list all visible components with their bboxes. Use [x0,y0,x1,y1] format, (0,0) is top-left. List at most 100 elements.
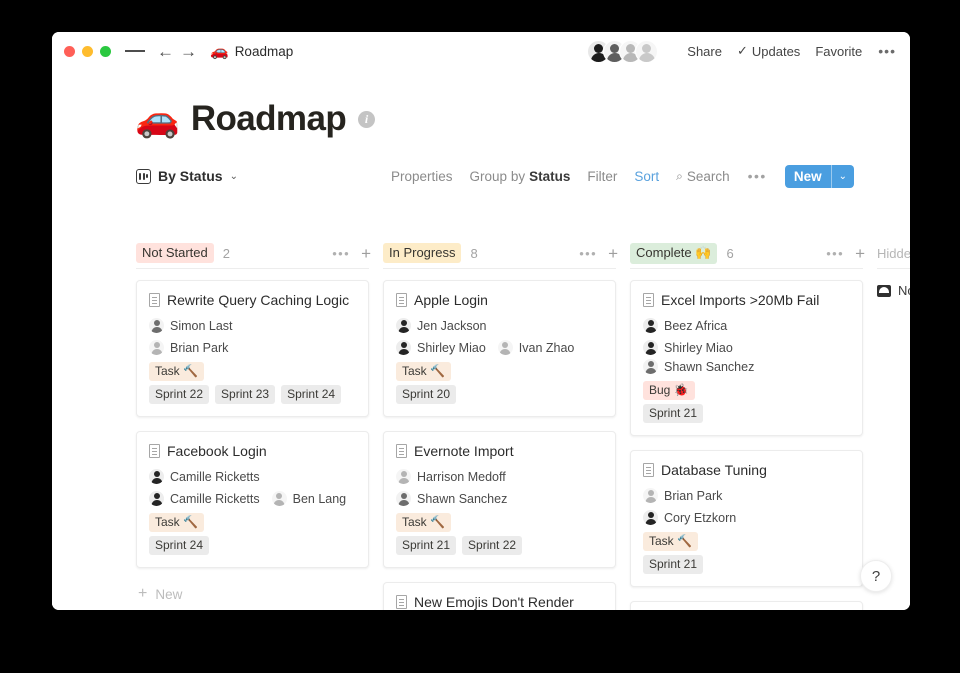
card-sprint-tag[interactable]: Sprint 21 [396,536,456,555]
card-person-row: Brian Park [643,488,850,503]
page-title[interactable]: Roadmap [191,99,346,139]
board-card[interactable]: Facebook LoginCamille RickettsCamille Ri… [136,431,369,568]
column-header-actions: ••• + [826,245,865,262]
person-avatar [396,491,411,506]
plus-icon: + [138,586,147,602]
column-add-card-icon[interactable]: + [855,245,865,262]
board-card[interactable]: Apple LoginJen JacksonShirley MiaoIvan Z… [383,280,616,417]
new-button-chevron-down-icon[interactable]: ⌄ [832,165,854,188]
board-card[interactable]: Database TuningBrian ParkCory EtzkornTas… [630,450,863,587]
card-type-tag[interactable]: Bug 🐞 [643,381,695,400]
maximize-window-button[interactable] [100,46,111,57]
group-by-button[interactable]: Group by Status [470,169,571,184]
person-avatar [396,340,411,355]
card-person: Brian Park [643,488,722,503]
card-sprint-tag[interactable]: Sprint 22 [462,536,522,555]
forward-arrow-icon[interactable]: → [180,43,197,60]
info-icon[interactable]: i [358,111,375,128]
card-type-tag[interactable]: Task 🔨 [643,532,698,551]
search-button[interactable]: ⌕ Search [676,169,730,184]
help-button[interactable]: ? [860,560,892,592]
card-type-tag[interactable]: Task 🔨 [149,513,204,532]
card-sprint-tag[interactable]: Sprint 22 [149,385,209,404]
column-more-icon[interactable]: ••• [826,247,844,260]
column-header: Not Started 2 ••• + [136,238,383,268]
column-more-icon[interactable]: ••• [579,247,597,260]
card-sprint-tags: Sprint 22 Sprint 23 Sprint 24 [149,385,356,404]
column-add-card-icon[interactable]: + [361,245,371,262]
page-emoji-icon[interactable]: 🚗 [135,101,180,137]
card-person: Shirley Miao [396,340,486,355]
column-more-icon[interactable]: ••• [332,247,350,260]
card-title-row: Evernote Import [396,443,603,459]
avatar[interactable] [635,40,658,63]
person-name: Jen Jackson [417,319,486,333]
board-card[interactable]: CSV ImportBrian ParkBrian ParkTask 🔨Spri… [630,601,863,610]
view-selector[interactable]: By Status ⌄ [136,168,238,184]
favorite-button[interactable]: Favorite [815,44,862,59]
filter-button[interactable]: Filter [587,169,617,184]
board-card[interactable]: Rewrite Query Caching LogicSimon LastBri… [136,280,369,417]
card-sprint-tag[interactable]: Sprint 24 [281,385,341,404]
card-type-tags: Task 🔨 [396,513,603,532]
back-arrow-icon[interactable]: ← [157,43,174,60]
hidden-group-item[interactable]: No Status [877,280,910,298]
person-avatar [643,340,658,355]
column-add-card-icon[interactable]: + [608,245,618,262]
card-sprint-tag[interactable]: Sprint 23 [215,385,275,404]
updates-button[interactable]: ✓ Updates [737,43,800,59]
column-body: Excel Imports >20Mb FailBeez AfricaShirl… [630,280,877,610]
person-avatar [498,340,513,355]
card-person: Beez Africa [643,318,727,333]
card-type-tag[interactable]: Task 🔨 [149,362,204,381]
breadcrumb[interactable]: Roadmap [235,44,294,59]
board-view-icon [136,169,151,184]
window-titlebar: ← → 🚗 Roadmap Share ✓ Updates Favorite •… [52,32,910,70]
column-header-actions: ••• + [332,245,371,262]
person-name: Ben Lang [293,492,347,506]
card-person: Brian Park [149,340,228,355]
collaborator-avatars[interactable] [587,40,658,63]
board-card[interactable]: New Emojis Don't RenderCamille RickettsM… [383,582,616,610]
hidden-column-label: Hidden [877,246,910,261]
column-divider [630,268,863,269]
card-type-tag[interactable]: Task 🔨 [396,362,451,381]
page-document-icon [396,444,407,458]
person-name: Camille Ricketts [170,470,260,484]
card-title: Rewrite Query Caching Logic [167,292,349,308]
card-sprint-tag[interactable]: Sprint 20 [396,385,456,404]
view-more-icon[interactable]: ••• [748,169,767,183]
close-window-button[interactable] [64,46,75,57]
board-card[interactable]: Evernote ImportHarrison MedoffShawn Sanc… [383,431,616,568]
card-person-row: Harrison Medoff [396,469,603,484]
column-body: Rewrite Query Caching LogicSimon LastBri… [136,280,383,602]
person-avatar [396,469,411,484]
card-sprint-tag[interactable]: Sprint 21 [643,555,703,574]
card-person: Harrison Medoff [396,469,506,484]
board-card[interactable]: Excel Imports >20Mb FailBeez AfricaShirl… [630,280,863,436]
new-button[interactable]: New ⌄ [785,165,854,188]
app-window: ← → 🚗 Roadmap Share ✓ Updates Favorite •… [52,32,910,610]
card-person-row: Brian Park [149,340,356,355]
card-sprint-tag[interactable]: Sprint 21 [643,404,703,423]
page-content: 🚗 Roadmap i By Status ⌄ Properties Group… [52,70,910,610]
properties-button[interactable]: Properties [391,169,453,184]
person-name: Shirley Miao [664,341,733,355]
card-type-tag[interactable]: Task 🔨 [396,513,451,532]
sidebar-toggle-icon[interactable] [125,41,145,61]
share-button[interactable]: Share [687,44,722,59]
column-status-tag[interactable]: Not Started [136,243,214,263]
card-sprint-tag[interactable]: Sprint 24 [149,536,209,555]
page-document-icon [396,293,407,307]
more-options-icon[interactable]: ••• [878,44,896,58]
page-document-icon [643,293,654,307]
column-status-tag[interactable]: In Progress [383,243,461,263]
minimize-window-button[interactable] [82,46,93,57]
column-count: 2 [223,246,230,261]
sort-button[interactable]: Sort [634,169,659,184]
view-toolbar-actions: Properties Group by Status Filter Sort ⌕… [374,162,854,190]
column-add-new-button[interactable]: +New [136,582,369,602]
card-type-tags: Task 🔨 [149,362,356,381]
person-name: Shawn Sanchez [664,360,754,374]
column-status-tag[interactable]: Complete 🙌 [630,243,717,264]
